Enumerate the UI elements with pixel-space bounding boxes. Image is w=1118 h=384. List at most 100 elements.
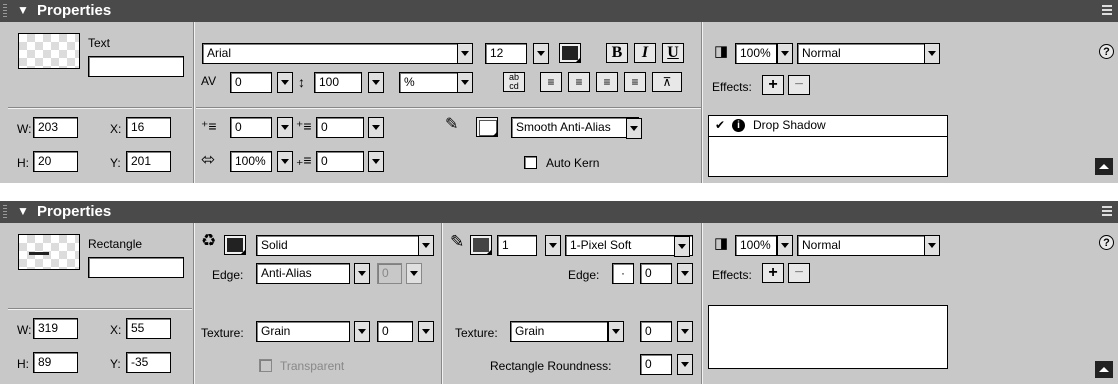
grip-icon[interactable] — [3, 205, 7, 220]
panel-titlebar[interactable]: ▼ Properties — [0, 0, 1118, 22]
align-justify-icon[interactable]: ≡ — [624, 72, 646, 92]
bold-button[interactable]: B — [606, 43, 628, 63]
stroke-edge-dot: · — [612, 263, 634, 284]
blend-mode-select[interactable]: Normal — [797, 235, 939, 256]
autokern-checkbox[interactable] — [524, 156, 537, 169]
space-after-dropdown-button[interactable] — [368, 151, 384, 172]
antialias-select[interactable]: Smooth Anti-Alias — [511, 117, 639, 138]
fill-texture-select[interactable]: Grain — [256, 321, 350, 342]
leading-unit-select[interactable]: % — [399, 72, 465, 93]
w-label: W: — [17, 323, 32, 337]
font-select[interactable]: Arial — [202, 43, 464, 64]
kerning-input[interactable]: 0 — [230, 72, 272, 93]
help-icon[interactable]: ? — [1099, 235, 1114, 250]
opacity-dropdown-button[interactable] — [777, 43, 793, 64]
help-icon[interactable]: ? — [1099, 44, 1114, 59]
antialias-dropdown-button[interactable] — [626, 118, 642, 139]
fill-type-dropdown-button[interactable] — [418, 235, 434, 256]
font-size-input[interactable]: 12 — [485, 43, 527, 64]
collapse-panel-button[interactable] — [1095, 361, 1113, 378]
font-size-dropdown-button[interactable] — [533, 43, 549, 64]
horizontal-scale-input[interactable]: 100% — [230, 151, 272, 172]
object-name-input[interactable] — [88, 257, 184, 278]
fill-texture-amount-dropdown-button[interactable] — [418, 321, 434, 342]
text-color-swatch[interactable] — [559, 43, 581, 63]
fill-texture-amount-input[interactable]: 0 — [377, 321, 413, 342]
info-icon[interactable]: i — [732, 119, 745, 132]
leading-dropdown-button[interactable] — [368, 72, 384, 93]
underline-button[interactable]: U — [662, 43, 684, 63]
remove-effect-button[interactable]: − — [788, 75, 810, 95]
align-right-icon[interactable]: ≡ — [596, 72, 618, 92]
add-effect-button[interactable]: + — [762, 263, 784, 283]
stroke-size-dropdown-button[interactable] — [545, 235, 561, 256]
fill-edge-amount-dropdown-button — [406, 263, 422, 284]
x-input[interactable]: 55 — [126, 318, 171, 339]
opacity-input[interactable]: 100% — [735, 43, 777, 64]
panel-titlebar[interactable]: ▼ Properties — [0, 201, 1118, 223]
stroke-edge-amount-input[interactable]: 0 — [640, 263, 672, 284]
panel-menu-icon[interactable] — [1102, 5, 1112, 17]
stroke-texture-dropdown-button[interactable] — [608, 321, 624, 342]
stroke-texture-select[interactable]: Grain — [510, 321, 608, 342]
fill-edge-dropdown-button[interactable] — [354, 263, 370, 284]
space-before-input[interactable]: 0 — [316, 117, 364, 138]
stroke-color-swatch[interactable] — [476, 117, 498, 137]
leading-unit-dropdown-button[interactable] — [457, 72, 473, 93]
panel-menu-icon[interactable] — [1102, 206, 1112, 218]
stroke-type-dropdown-button[interactable] — [674, 236, 690, 257]
roundness-dropdown-button[interactable] — [677, 354, 693, 375]
remove-effect-button[interactable]: − — [788, 263, 810, 283]
panel-title: Properties — [37, 2, 112, 19]
blend-mode-dropdown-button[interactable] — [924, 43, 940, 64]
italic-button[interactable]: I — [634, 43, 656, 63]
object-name-input[interactable] — [88, 56, 184, 77]
indent-input[interactable]: 0 — [230, 117, 272, 138]
effects-label: Effects: — [712, 80, 752, 94]
effect-item[interactable]: ✔ i Drop Shadow — [709, 116, 947, 137]
align-stretch-icon[interactable]: ⊼ — [652, 72, 682, 92]
fill-edge-select[interactable]: Anti-Alias — [256, 263, 350, 284]
leading-input[interactable]: 100 — [314, 72, 362, 93]
check-icon[interactable]: ✔ — [715, 118, 725, 132]
stroke-texture-amount-input[interactable]: 0 — [640, 321, 672, 342]
text-orientation-icon[interactable]: ab cd — [503, 72, 525, 92]
collapse-panel-button[interactable] — [1095, 158, 1113, 175]
effects-list[interactable]: ✔ i Drop Shadow — [708, 115, 948, 177]
align-center-icon[interactable]: ≡ — [568, 72, 590, 92]
stroke-color-swatch[interactable] — [470, 235, 492, 255]
add-effect-button[interactable]: + — [762, 75, 784, 95]
width-input[interactable]: 203 — [33, 117, 78, 138]
horizontal-scale-dropdown-button[interactable] — [277, 151, 293, 172]
stroke-edge-dropdown-button[interactable] — [677, 263, 693, 284]
y-input[interactable]: -35 — [126, 352, 171, 373]
grip-icon[interactable] — [3, 4, 7, 19]
align-left-icon[interactable]: ≡ — [540, 72, 562, 92]
fill-color-swatch[interactable] — [224, 235, 246, 255]
collapse-triangle-icon[interactable]: ▼ — [17, 204, 29, 218]
fill-texture-dropdown-button[interactable] — [354, 321, 370, 342]
font-dropdown-button[interactable] — [457, 43, 473, 64]
y-input[interactable]: 201 — [126, 151, 171, 172]
height-input[interactable]: 20 — [33, 151, 78, 172]
indent-dropdown-button[interactable] — [277, 117, 293, 138]
blend-mode-select[interactable]: Normal — [797, 43, 939, 64]
width-input[interactable]: 319 — [33, 318, 78, 339]
effects-list[interactable] — [708, 305, 948, 369]
space-after-input[interactable]: 0 — [316, 151, 364, 172]
fill-type-select[interactable]: Solid — [256, 235, 432, 256]
space-before-dropdown-button[interactable] — [368, 117, 384, 138]
opacity-input[interactable]: 100% — [735, 235, 777, 256]
kerning-dropdown-button[interactable] — [277, 72, 293, 93]
stroke-size-input[interactable]: 1 — [497, 235, 537, 256]
object-type-label: Rectangle — [88, 237, 143, 251]
fill-edge-label: Edge: — [212, 268, 244, 282]
roundness-label: Rectangle Roundness: — [490, 359, 612, 373]
roundness-input[interactable]: 0 — [640, 354, 672, 375]
collapse-triangle-icon[interactable]: ▼ — [17, 3, 29, 17]
x-input[interactable]: 16 — [126, 117, 171, 138]
stroke-texture-amount-dropdown-button[interactable] — [677, 321, 693, 342]
opacity-dropdown-button[interactable] — [777, 235, 793, 256]
blend-mode-dropdown-button[interactable] — [924, 235, 940, 256]
height-input[interactable]: 89 — [33, 352, 78, 373]
